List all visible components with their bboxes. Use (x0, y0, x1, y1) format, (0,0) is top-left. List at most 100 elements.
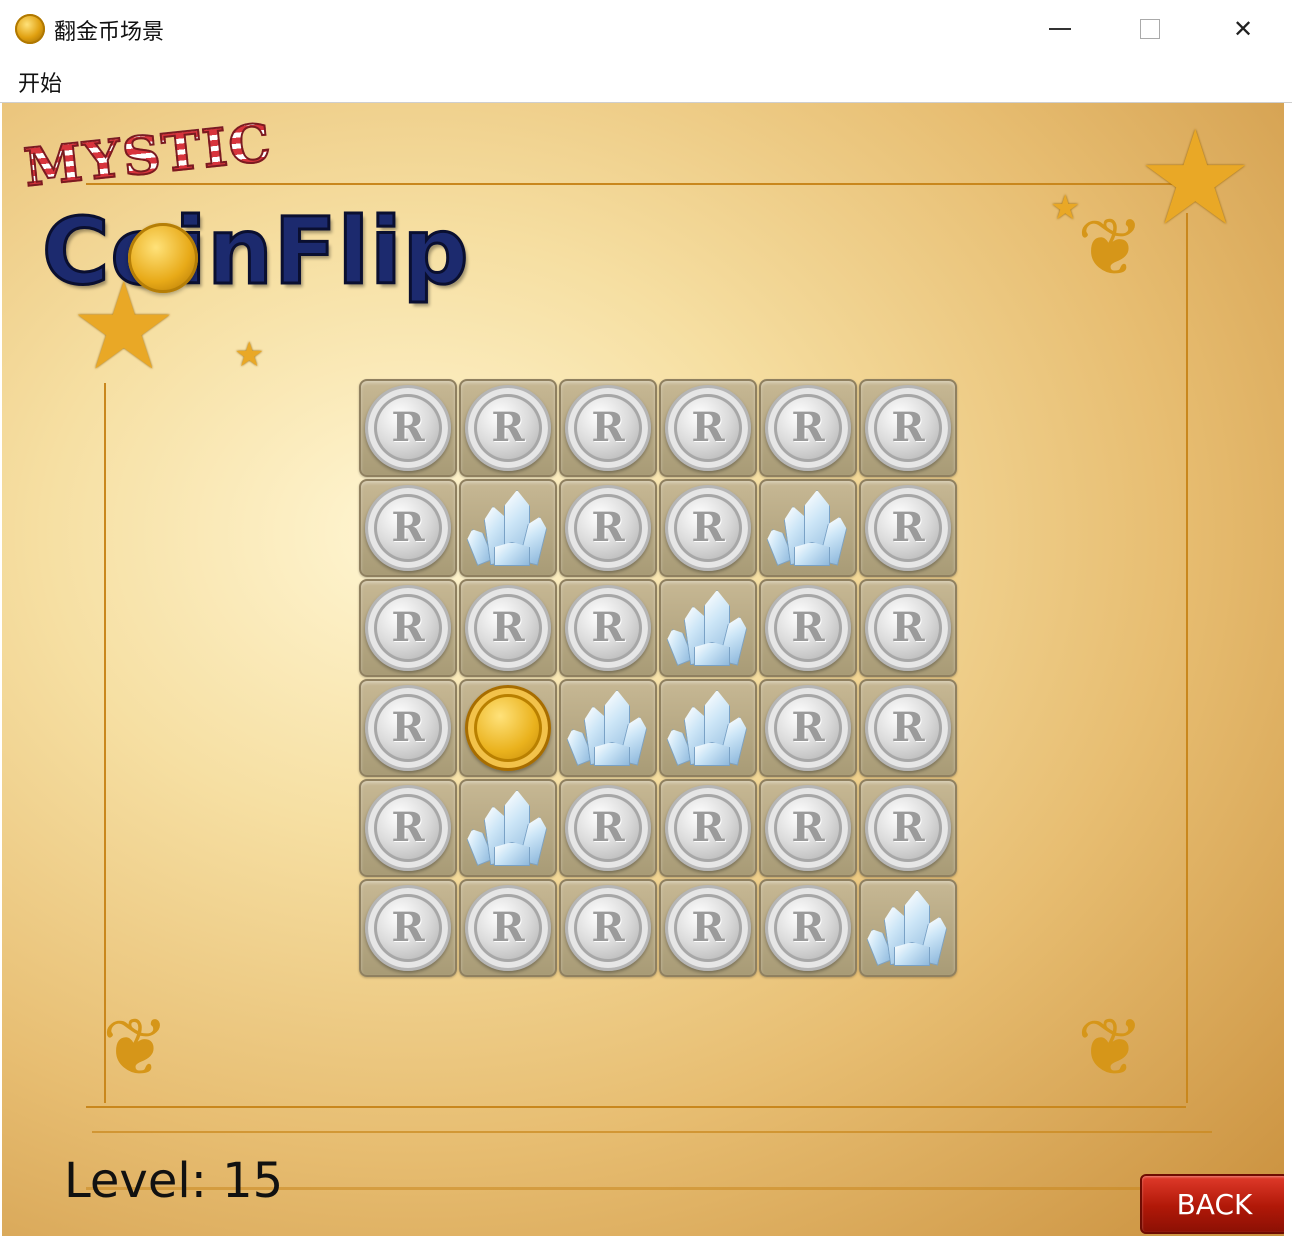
silver-coin-icon (365, 885, 451, 971)
silver-coin-icon (365, 485, 451, 571)
board-tile[interactable] (459, 779, 557, 877)
board-tile[interactable] (359, 579, 457, 677)
board-tile[interactable] (359, 779, 457, 877)
crystal-icon (764, 488, 852, 568)
maximize-button[interactable] (1105, 0, 1195, 58)
board-tile[interactable] (459, 679, 557, 777)
board-tile[interactable] (459, 579, 557, 677)
maximize-icon (1140, 19, 1160, 39)
frame-line (86, 1106, 1186, 1108)
board-tile[interactable] (559, 679, 657, 777)
corner-ornament-icon: ❦ (1077, 201, 1145, 294)
board-tile[interactable] (759, 679, 857, 777)
silver-coin-icon (765, 685, 851, 771)
board-tile[interactable] (759, 879, 857, 977)
silver-coin-icon (565, 385, 651, 471)
silver-coin-icon (865, 785, 951, 871)
silver-coin-icon (665, 485, 751, 571)
silver-coin-icon (565, 885, 651, 971)
silver-coin-icon (665, 385, 751, 471)
silver-coin-icon (365, 685, 451, 771)
board-tile[interactable] (359, 879, 457, 977)
star-icon: ★ (1137, 103, 1254, 254)
silver-coin-icon (865, 485, 951, 571)
star-icon: ★ (70, 258, 178, 397)
silver-coin-icon (865, 385, 951, 471)
level-label: Level: 15 (64, 1153, 284, 1209)
board-tile[interactable] (759, 479, 857, 577)
board-tile[interactable] (359, 679, 457, 777)
board-tile[interactable] (559, 379, 657, 477)
board-tile[interactable] (659, 679, 757, 777)
coin-board (358, 378, 958, 978)
frame-line (1186, 213, 1188, 1103)
board-tile[interactable] (659, 479, 757, 577)
star-icon: ★ (234, 335, 265, 375)
menu-item-start[interactable]: 开始 (18, 66, 62, 98)
silver-coin-icon (465, 385, 551, 471)
crystal-icon (864, 888, 952, 968)
gold-coin-icon (465, 685, 551, 771)
board-tile[interactable] (559, 479, 657, 577)
board-tile[interactable] (859, 479, 957, 577)
board-tile[interactable] (659, 779, 757, 877)
board-tile[interactable] (659, 579, 757, 677)
corner-ornament-icon: ❦ (1077, 1001, 1145, 1094)
board-tile[interactable] (359, 479, 457, 577)
board-tile[interactable] (759, 379, 857, 477)
app-coin-icon (15, 14, 45, 44)
silver-coin-icon (565, 585, 651, 671)
silver-coin-icon (565, 485, 651, 571)
close-button[interactable]: ✕ (1198, 0, 1288, 58)
board-tile[interactable] (859, 879, 957, 977)
board-tile[interactable] (759, 779, 857, 877)
crystal-icon (664, 588, 752, 668)
silver-coin-icon (665, 785, 751, 871)
silver-coin-icon (865, 685, 951, 771)
title-bar: 翻金币场景 ✕ (0, 0, 1292, 58)
crystal-icon (464, 488, 552, 568)
minimize-button[interactable] (1015, 0, 1105, 58)
silver-coin-icon (765, 885, 851, 971)
minimize-icon (1049, 28, 1071, 30)
silver-coin-icon (765, 385, 851, 471)
frame-line (104, 383, 106, 1103)
board-tile[interactable] (859, 679, 957, 777)
close-icon: ✕ (1232, 15, 1254, 43)
silver-coin-icon (765, 785, 851, 871)
corner-ornament-icon: ❦ (102, 1001, 170, 1094)
board-tile[interactable] (559, 879, 657, 977)
crystal-icon (664, 688, 752, 768)
silver-coin-icon (365, 785, 451, 871)
silver-coin-icon (865, 585, 951, 671)
back-button[interactable]: BACK (1140, 1174, 1284, 1234)
board-tile[interactable] (459, 379, 557, 477)
crystal-icon (464, 788, 552, 868)
board-tile[interactable] (659, 379, 757, 477)
board-tile[interactable] (859, 779, 957, 877)
silver-coin-icon (565, 785, 651, 871)
board-tile[interactable] (359, 379, 457, 477)
silver-coin-icon (365, 385, 451, 471)
frame-line (86, 183, 1186, 185)
menu-bar: 开始 (0, 58, 1292, 103)
silver-coin-icon (465, 585, 551, 671)
board-tile[interactable] (859, 379, 957, 477)
silver-coin-icon (665, 885, 751, 971)
silver-coin-icon (765, 585, 851, 671)
star-icon: ★ (1050, 188, 1081, 228)
crystal-icon (564, 688, 652, 768)
board-tile[interactable] (559, 779, 657, 877)
silver-coin-icon (365, 585, 451, 671)
board-tile[interactable] (859, 579, 957, 677)
board-tile[interactable] (759, 579, 857, 677)
window-title: 翻金币场景 (54, 20, 165, 45)
board-tile[interactable] (559, 579, 657, 677)
game-scene: ❦ ❦ ❦ ★ ★ ★ MYSTIC CoinFlip ★ Level: 15 … (2, 103, 1284, 1236)
board-tile[interactable] (659, 879, 757, 977)
logo-mystic: MYSTIC (20, 111, 276, 200)
frame-line (92, 1131, 1212, 1133)
board-tile[interactable] (459, 479, 557, 577)
silver-coin-icon (465, 885, 551, 971)
board-tile[interactable] (459, 879, 557, 977)
